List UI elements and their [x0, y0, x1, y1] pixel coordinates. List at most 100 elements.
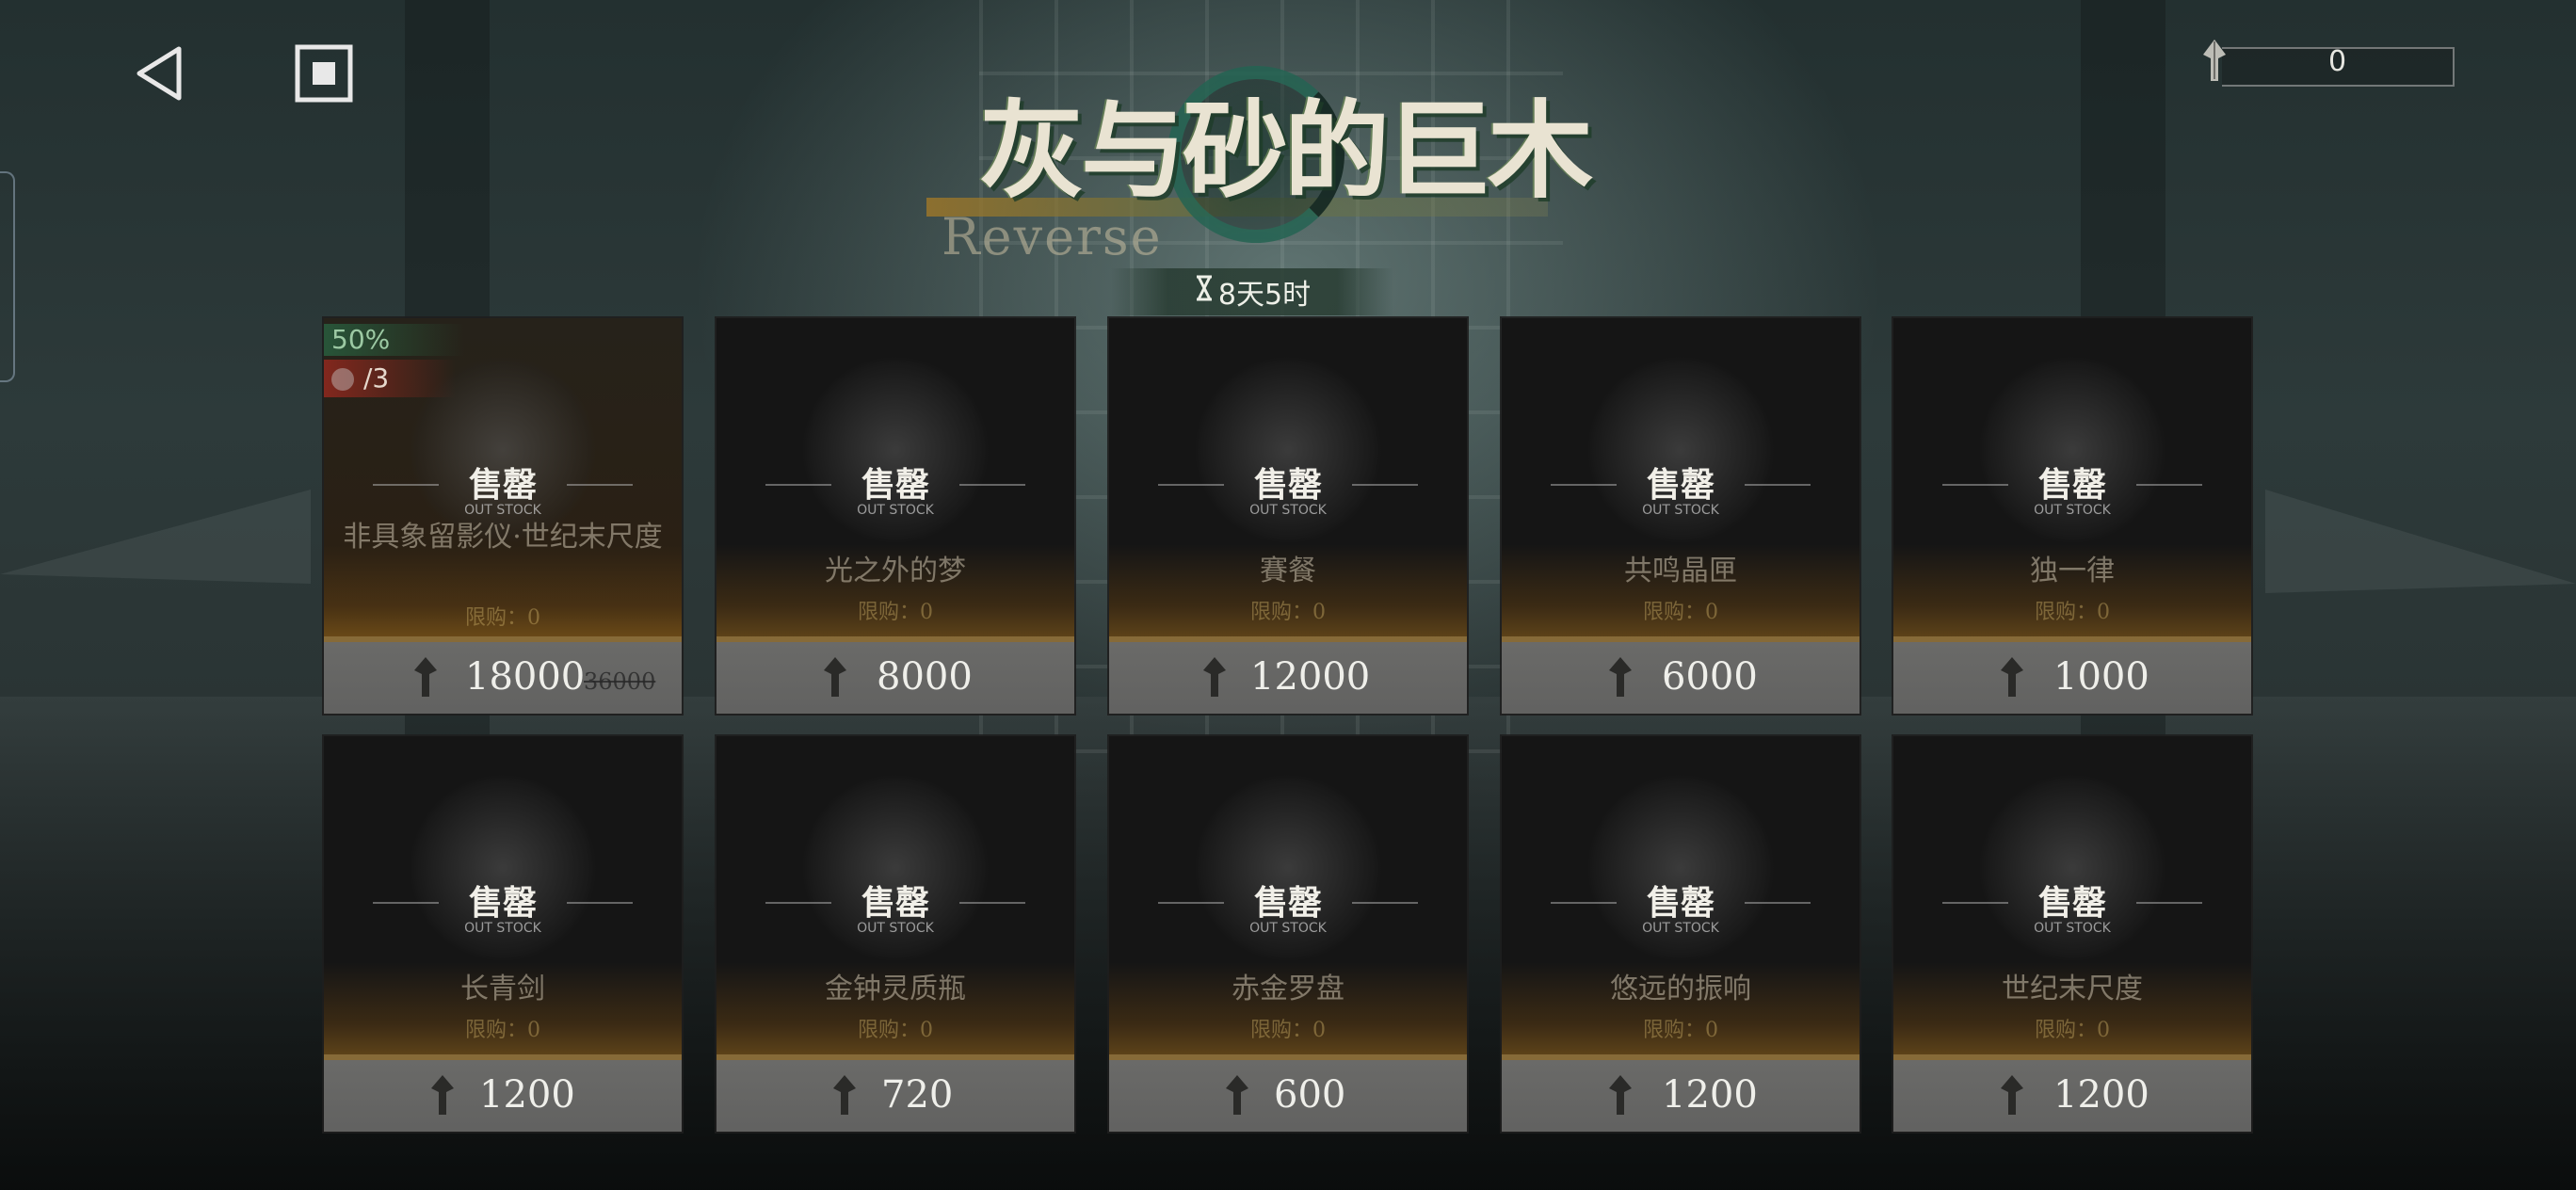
timer-text: 8天5时 — [1217, 279, 1312, 312]
purchase-limit: 限购：0 — [1250, 1019, 1326, 1042]
soldout-label-en: OUT STOCK — [1249, 503, 1327, 518]
purchase-limit: 限购：0 — [858, 601, 933, 624]
item-price: 1200 — [479, 1073, 575, 1117]
shop-item-card[interactable]: 售罄 OUT STOCK 共鸣晶匣 限购：0 6000 — [1502, 318, 1860, 714]
item-price: 600 — [1274, 1073, 1346, 1117]
purchase-limit: 限购：0 — [858, 1019, 933, 1042]
price-bar: 1200 — [1893, 1054, 2251, 1132]
discount-badge: 50% — [324, 324, 465, 356]
price-bar: 8000 — [716, 636, 1074, 714]
shop-screen: 0 Reverse 灰与砂的巨木 8天5时 50% /3 售罄 OUT STOC… — [0, 0, 2576, 1190]
soldout-label-en: OUT STOCK — [464, 921, 541, 936]
soldout-label: 售罄 — [1253, 465, 1322, 505]
currency-amount: 0 — [2327, 45, 2347, 78]
shop-item-card[interactable]: 售罄 OUT STOCK 独一律 限购：0 1000 — [1893, 318, 2251, 714]
purchase-limit: 限购：0 — [2035, 601, 2110, 624]
soldout-label-en: OUT STOCK — [2034, 921, 2111, 936]
spear-token-icon — [1222, 1073, 1252, 1120]
soldout-label: 售罄 — [1646, 465, 1715, 505]
event-title: 灰与砂的巨木 — [979, 89, 1593, 213]
currency-display: 0 — [2194, 38, 2455, 87]
item-name: 悠远的振响 — [1610, 973, 1751, 1005]
event-timer: 8天5时 — [1111, 268, 1393, 315]
background-roof — [2265, 490, 2576, 593]
price-bar: 18000 36000 — [324, 636, 682, 714]
spear-token-icon — [1605, 655, 1635, 702]
item-price: 6000 — [1662, 655, 1758, 699]
item-name: 非具象留影仪·世纪末尺度 — [343, 521, 663, 554]
back-button[interactable] — [122, 38, 198, 113]
shop-item-card[interactable]: 售罄 OUT STOCK 长青剑 限购：0 1200 — [324, 736, 682, 1132]
item-price: 8000 — [877, 655, 973, 699]
purchase-limit: 限购：0 — [465, 606, 540, 630]
soldout-label: 售罄 — [468, 465, 537, 505]
soldout-label-en: OUT STOCK — [1642, 503, 1719, 518]
spear-token-icon — [1997, 655, 2027, 702]
price-bar: 12000 — [1109, 636, 1467, 714]
home-square-icon — [294, 43, 354, 107]
purchase-limit: 限购：0 — [1250, 601, 1326, 624]
spear-token-icon — [427, 1073, 458, 1120]
spear-token-icon — [1997, 1073, 2027, 1120]
item-price: 1000 — [2053, 655, 2149, 699]
soldout-label: 售罄 — [861, 883, 929, 923]
price-bar: 1200 — [324, 1054, 682, 1132]
soldout-label: 售罄 — [2037, 883, 2106, 923]
side-edge-tab[interactable] — [0, 171, 15, 382]
price-bar: 6000 — [1502, 636, 1860, 714]
soldout-label: 售罄 — [1253, 883, 1322, 923]
soldout-label-en: OUT STOCK — [1642, 921, 1719, 936]
home-button[interactable] — [286, 38, 362, 113]
purchase-count-text: /3 — [363, 362, 390, 394]
soldout-label-en: OUT STOCK — [464, 503, 541, 518]
card-glow — [324, 544, 682, 648]
shop-item-card[interactable]: 售罄 OUT STOCK 金钟灵质瓶 限购：0 720 — [716, 736, 1074, 1132]
item-name: 共鸣晶匣 — [1624, 555, 1737, 587]
shop-item-card[interactable]: 售罄 OUT STOCK 赤金罗盘 限购：0 600 — [1109, 736, 1467, 1132]
shop-item-card[interactable]: 售罄 OUT STOCK 賽餐 限购：0 12000 — [1109, 318, 1467, 714]
spear-token-icon — [820, 655, 850, 702]
soldout-label-en: OUT STOCK — [1249, 921, 1327, 936]
soldout-label-en: OUT STOCK — [857, 921, 934, 936]
soldout-label-en: OUT STOCK — [2034, 503, 2111, 518]
purchase-count-badge: /3 — [324, 360, 456, 397]
purchase-limit: 限购：0 — [2035, 1019, 2110, 1042]
back-triangle-icon — [132, 43, 188, 107]
item-name: 光之外的梦 — [825, 555, 966, 587]
spear-token-icon — [411, 655, 441, 702]
purchase-limit: 限购：0 — [1643, 1019, 1718, 1042]
purchase-limit: 限购：0 — [465, 1019, 540, 1042]
price-bar: 600 — [1109, 1054, 1467, 1132]
shop-item-card[interactable]: 售罄 OUT STOCK 世纪末尺度 限购：0 1200 — [1893, 736, 2251, 1132]
soldout-label: 售罄 — [1646, 883, 1715, 923]
soldout-label-en: OUT STOCK — [857, 503, 934, 518]
item-name: 长青剑 — [460, 973, 545, 1005]
spear-token-icon — [1199, 655, 1230, 702]
purchase-limit: 限购：0 — [1643, 601, 1718, 624]
item-name: 金钟灵质瓶 — [825, 973, 966, 1005]
item-price: 1200 — [1662, 1073, 1758, 1117]
item-price: 12000 — [1250, 655, 1371, 699]
soldout-label: 售罄 — [861, 465, 929, 505]
item-price: 720 — [881, 1073, 954, 1117]
spear-token-icon — [829, 1073, 860, 1120]
item-name: 赤金罗盘 — [1232, 973, 1344, 1005]
spear-token-icon — [1605, 1073, 1635, 1120]
background-roof — [0, 490, 311, 584]
item-name: 独一律 — [2030, 555, 2115, 587]
hourglass-icon — [1194, 275, 1215, 309]
soldout-label: 售罄 — [468, 883, 537, 923]
original-price: 36000 — [584, 668, 656, 695]
shop-item-card[interactable]: 售罄 OUT STOCK 光之外的梦 限购：0 8000 — [716, 318, 1074, 714]
item-price: 1200 — [2053, 1073, 2149, 1117]
price-bar: 1200 — [1502, 1054, 1860, 1132]
shop-item-card[interactable]: 售罄 OUT STOCK 悠远的振响 限购：0 1200 — [1502, 736, 1860, 1132]
item-name: 世纪末尺度 — [2002, 973, 2143, 1005]
price-bar: 1000 — [1893, 636, 2251, 714]
shop-item-card[interactable]: 50% /3 售罄 OUT STOCK 非具象留影仪·世纪末尺度 限购：0 18… — [324, 318, 682, 714]
price-bar: 720 — [716, 1054, 1074, 1132]
soldout-label: 售罄 — [2037, 465, 2106, 505]
item-price: 18000 — [465, 655, 586, 699]
item-name: 賽餐 — [1260, 555, 1316, 587]
coin-icon — [331, 368, 354, 391]
